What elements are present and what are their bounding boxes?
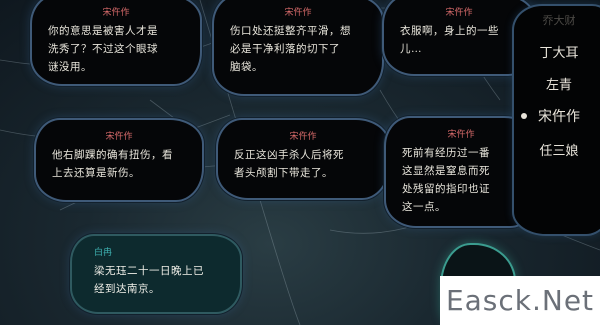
character-item[interactable]: 丁大耳	[514, 42, 600, 61]
dialogue-card[interactable]: 宋仵作 伤口处还挺整齐平滑，想 必是干净利落的切下了 脑袋。	[212, 0, 384, 96]
watermark: Easck.Net	[440, 276, 600, 325]
dialogue-card[interactable]: 宋仵作 他右脚踝的确有扭伤，看 上去还算是新伤。	[34, 118, 204, 202]
speaker-name: 宋仵作	[445, 8, 473, 18]
speaker-name: 宋仵作	[102, 8, 130, 18]
dialogue-text: 梁无珏二十一日晚上已 经到达南京。	[94, 265, 204, 295]
character-item[interactable]: 左青	[514, 74, 600, 93]
dialogue-card[interactable]: 宋仵作 反正这凶手杀人后将死 者头颅割下带走了。	[216, 118, 390, 200]
character-item[interactable]: 任三娘	[514, 140, 600, 159]
dialogue-card[interactable]: 宋仵作 你的意思是被害人才是 洗秀了？不过这个眼球 谜没用。	[30, 0, 202, 86]
game-scene: 宋仵作 你的意思是被害人才是 洗秀了？不过这个眼球 谜没用。 宋仵作 伤口处还挺…	[0, 0, 600, 325]
speaker-name: 宋仵作	[289, 132, 317, 142]
dialogue-card-selected[interactable]: 白冉 梁无珏二十一日晚上已 经到达南京。	[70, 234, 242, 314]
dialogue-text: 反正这凶手杀人后将死 者头颅割下带走了。	[234, 149, 344, 179]
character-item-selected[interactable]: 宋仵作	[514, 106, 600, 126]
character-list-panel: 乔大财 丁大耳 左青 宋仵作 任三娘	[512, 4, 600, 236]
dialogue-text: 死前有经历过一番 这显然是窒息而死 处残留的指印也证 这一点。	[402, 147, 490, 213]
character-item[interactable]: 乔大财	[514, 12, 600, 28]
speaker-name: 白冉	[94, 248, 113, 258]
dialogue-text: 衣服啊，身上的一些 儿…	[400, 25, 499, 55]
speaker-name: 宋仵作	[105, 132, 133, 142]
dialogue-text: 他右脚踝的确有扭伤，看 上去还算是新伤。	[52, 149, 173, 179]
dialogue-text: 你的意思是被害人才是 洗秀了？不过这个眼球 谜没用。	[48, 25, 158, 73]
speaker-name: 宋仵作	[284, 8, 312, 18]
dialogue-text: 伤口处还挺整齐平滑，想 必是干净利落的切下了 脑袋。	[230, 25, 351, 73]
